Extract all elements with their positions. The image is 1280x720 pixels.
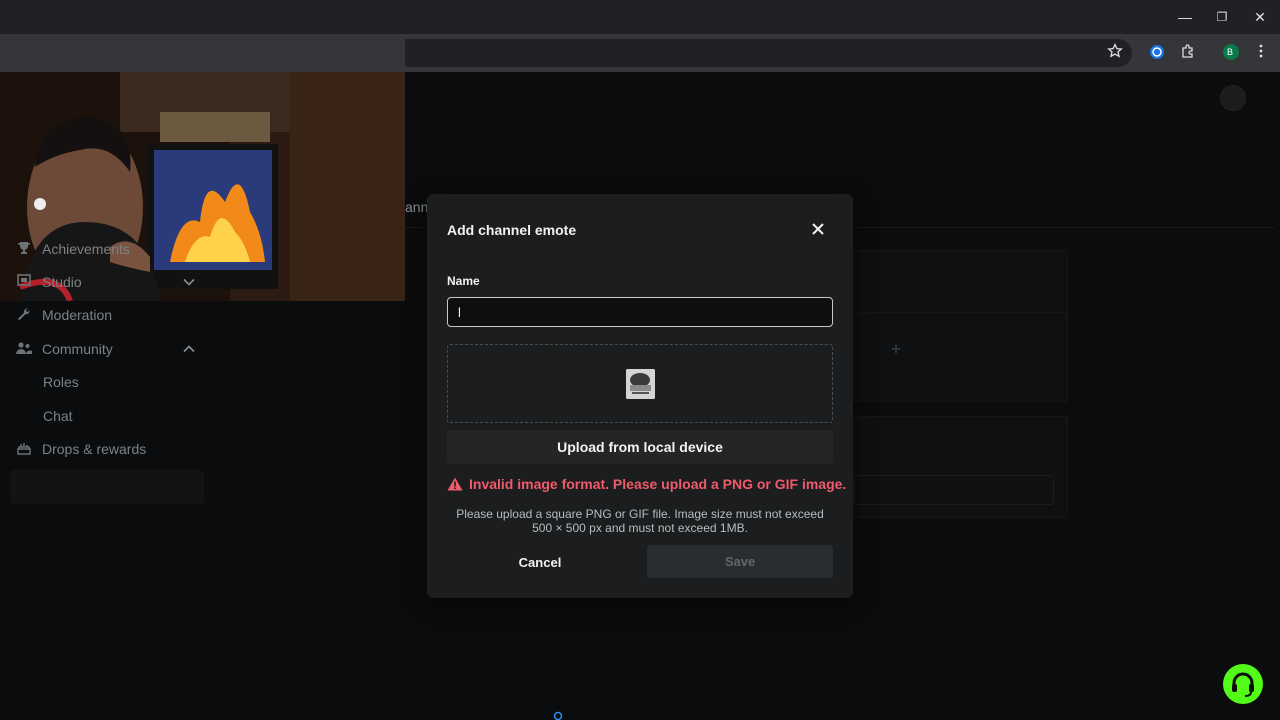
profile-initial: B xyxy=(1226,47,1233,57)
close-icon[interactable] xyxy=(809,220,827,238)
sidebar-selected-bg xyxy=(10,470,204,504)
sidebar-item-label: Moderation xyxy=(42,307,113,323)
sidebar-item-label: Drops & rewards xyxy=(42,441,147,457)
minimize-button[interactable]: — xyxy=(1173,6,1197,28)
help-line-2: 500 × 500 px and must not exceed 1MB. xyxy=(532,521,748,535)
support-chat-button[interactable] xyxy=(1223,664,1263,704)
upload-local-button[interactable]: Upload from local device xyxy=(447,430,833,464)
wrench-icon xyxy=(16,307,32,323)
sidebar-item-label: Studio xyxy=(42,274,82,290)
background-panel-add: + xyxy=(853,312,1068,402)
browser-titlebar: — ❐ ✕ xyxy=(0,0,1280,34)
profile-avatar[interactable]: B xyxy=(1221,43,1241,63)
sidebar-item-label: Achievements xyxy=(42,241,130,257)
save-button[interactable]: Save xyxy=(647,545,833,578)
studio-icon xyxy=(16,274,32,290)
image-dropzone[interactable] xyxy=(447,344,833,423)
background-input xyxy=(854,475,1054,505)
chevron-up-icon[interactable] xyxy=(182,342,196,356)
background-partial-text: ann xyxy=(405,199,429,215)
headset-icon xyxy=(1232,672,1254,697)
uploaded-image-thumbnail xyxy=(626,369,655,399)
background-panel-top xyxy=(853,250,1068,313)
cancel-button[interactable]: Cancel xyxy=(447,546,633,579)
error-text: Invalid image format. Please upload a PN… xyxy=(469,476,847,492)
add-emote-modal: Add channel emote Name Upload from local… xyxy=(427,194,853,598)
background-panel-bottom xyxy=(853,416,1068,518)
help-line-1: Please upload a square PNG or GIF file. … xyxy=(456,507,824,521)
upload-help-text: Please upload a square PNG or GIF file. … xyxy=(447,507,833,535)
people-icon xyxy=(16,341,32,357)
sidebar-item-label: Community xyxy=(42,341,113,357)
chevron-down-icon[interactable] xyxy=(182,275,196,289)
mouse-cursor-icon xyxy=(553,711,563,720)
address-bar[interactable] xyxy=(405,39,1132,67)
extension-c-icon[interactable] xyxy=(1147,43,1167,63)
restore-button[interactable]: ❐ xyxy=(1210,6,1234,28)
extensions-puzzle-icon[interactable] xyxy=(1178,43,1198,63)
add-emote-plus-icon[interactable]: + xyxy=(884,337,908,361)
error-message: Invalid image format. Please upload a PN… xyxy=(447,476,846,492)
sidebar-subitem-roles[interactable]: Roles xyxy=(43,369,79,395)
emote-name-input[interactable] xyxy=(447,297,833,327)
trophy-icon xyxy=(16,241,32,257)
warning-icon xyxy=(447,477,463,491)
bookmark-star-icon[interactable] xyxy=(1105,42,1125,63)
sidebar-item-studio[interactable]: Studio xyxy=(16,269,204,295)
kebab-menu-icon[interactable] xyxy=(1251,43,1271,63)
sidebar-item-community[interactable]: Community xyxy=(16,336,204,362)
gift-icon xyxy=(16,441,32,457)
modal-title: Add channel emote xyxy=(447,222,577,238)
sidebar-item-drops-rewards[interactable]: Drops & rewards xyxy=(16,436,204,462)
sidebar-subitem-chat[interactable]: Chat xyxy=(43,403,73,429)
user-avatar[interactable] xyxy=(1220,85,1246,111)
sidebar-item-moderation[interactable]: Moderation xyxy=(16,302,204,328)
browser-toolbar: B xyxy=(0,34,1280,72)
name-label: Name xyxy=(447,274,480,288)
sidebar-item-achievements[interactable]: Achievements xyxy=(16,236,204,262)
webcam-overlay xyxy=(0,72,405,301)
page-content: ann + Achievements Studio Moderation Com… xyxy=(0,72,1280,720)
close-window-button[interactable]: ✕ xyxy=(1248,6,1272,28)
